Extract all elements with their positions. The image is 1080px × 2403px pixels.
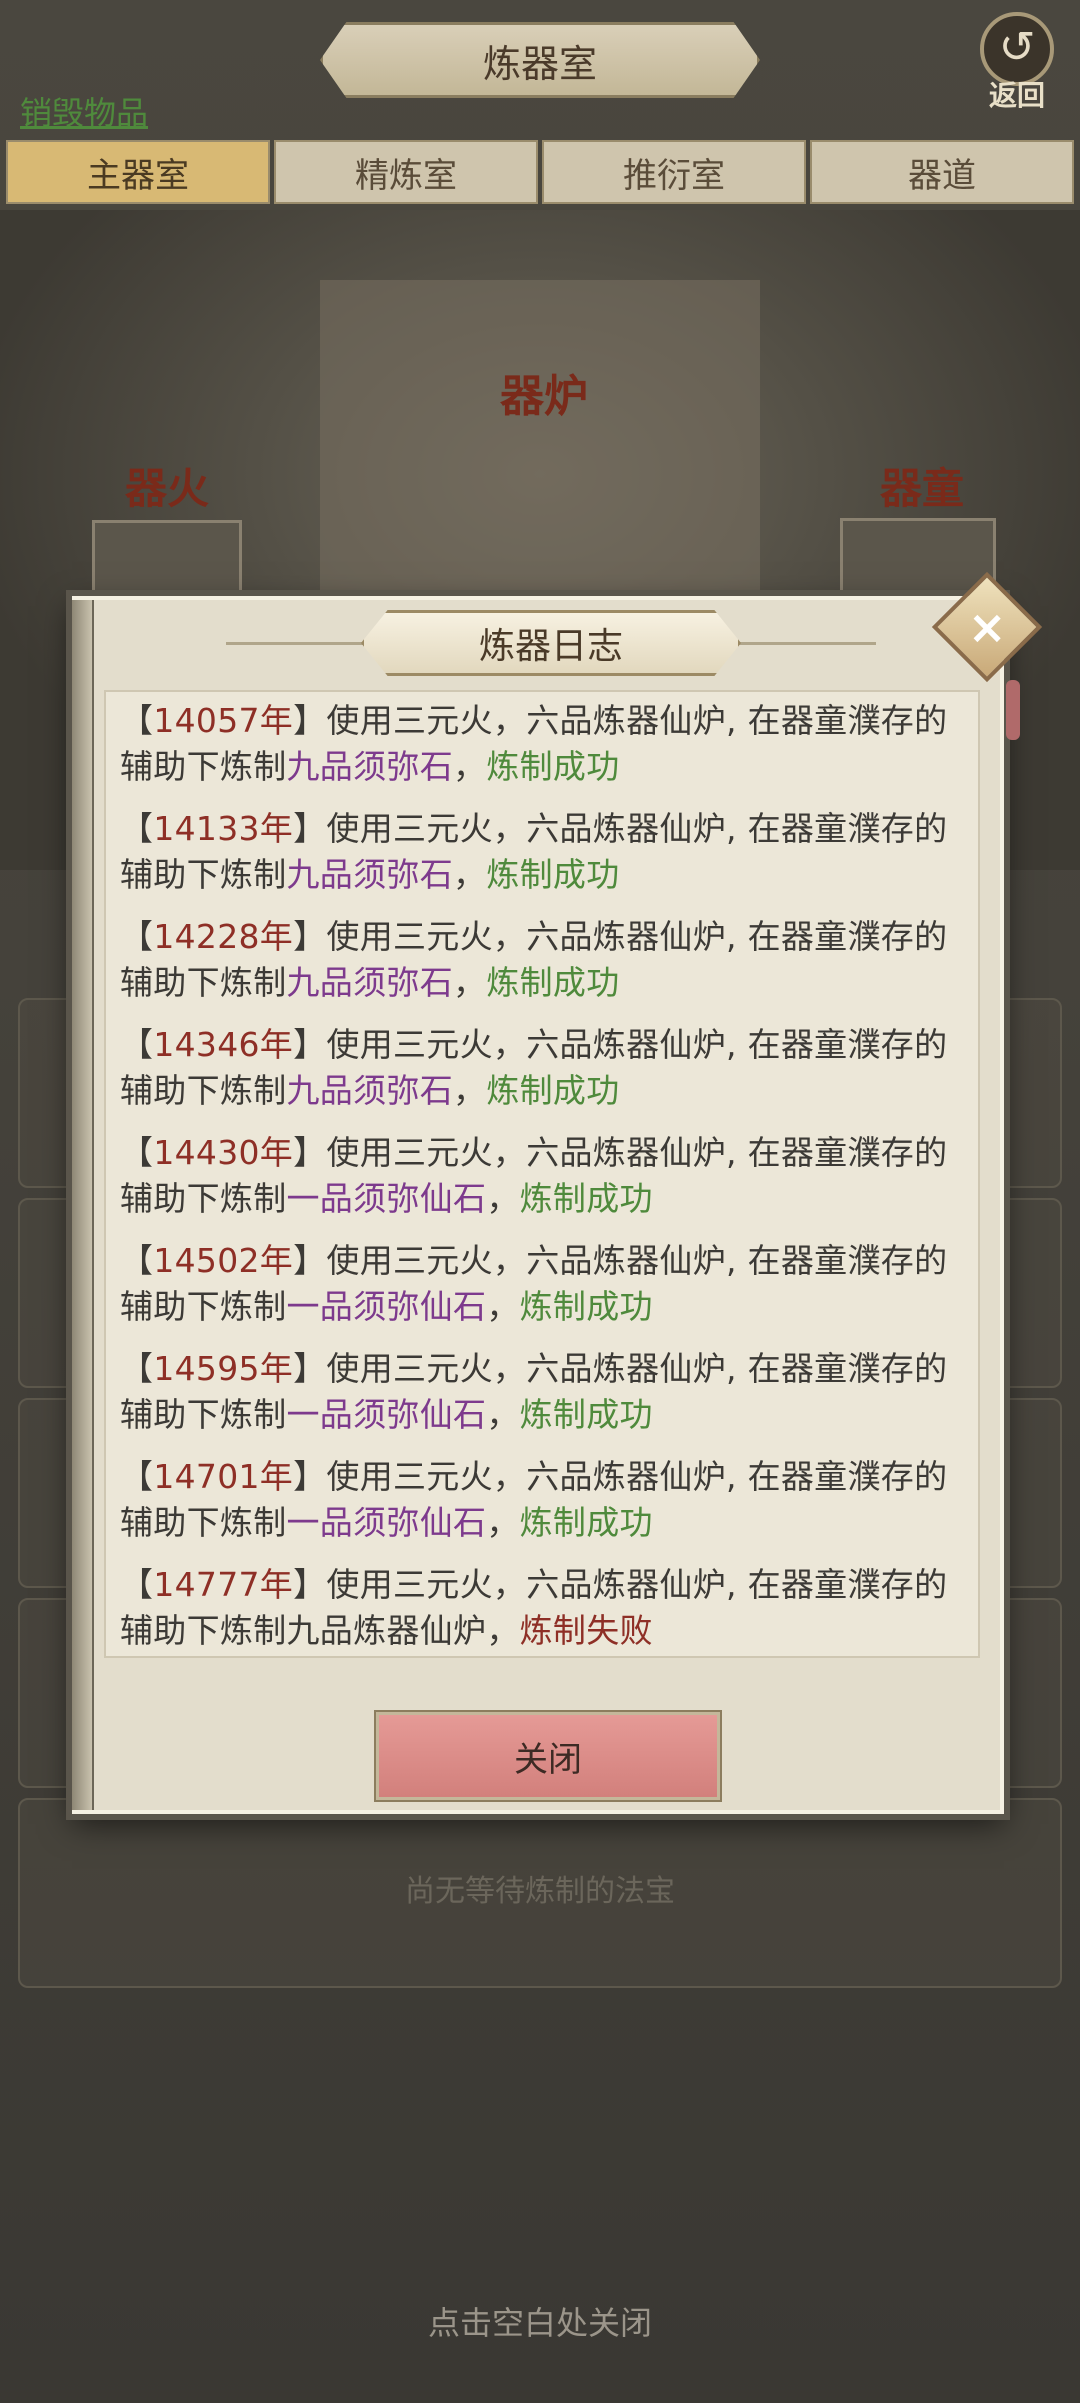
tab-refine-room[interactable]: 精炼室	[274, 140, 538, 204]
log-year: 14346年	[153, 1025, 294, 1064]
log-entry: 【14228年】使用三元火，六品炼器仙炉, 在器童濮存的辅助下炼制九品须弥石，炼…	[120, 917, 948, 1002]
log-entry: 【14133年】使用三元火，六品炼器仙炉, 在器童濮存的辅助下炼制九品须弥石，炼…	[120, 809, 948, 894]
log-result: 炼制成功	[486, 747, 620, 786]
log-result: 炼制成功	[486, 963, 620, 1002]
log-result: 炼制成功	[519, 1395, 653, 1434]
tab-derive-room[interactable]: 推衍室	[542, 140, 806, 204]
log-year: 14228年	[153, 917, 294, 956]
log-result: 炼制失败	[519, 1611, 653, 1650]
tab-main-room[interactable]: 主器室	[6, 140, 270, 204]
scroll-rod	[72, 600, 94, 1810]
boy-label: 器童	[880, 464, 965, 513]
log-result: 炼制成功	[486, 1071, 620, 1110]
log-year: 14057年	[153, 701, 294, 740]
log-entry: 【14057年】使用三元火，六品炼器仙炉, 在器童濮存的辅助下炼制九品须弥石，炼…	[120, 701, 948, 786]
header-divider	[736, 642, 876, 645]
log-result: 炼制成功	[519, 1287, 653, 1326]
destroy-items-link[interactable]: 销毁物品	[20, 88, 148, 134]
log-item: 九品炼器仙炉	[286, 1611, 487, 1650]
log-item: 九品须弥石	[286, 1071, 453, 1110]
empty-queue-text: 尚无等待炼制的法宝	[405, 1874, 675, 1909]
back-button[interactable]: ↺ 返回	[972, 12, 1062, 112]
log-item: 一品须弥仙石	[286, 1287, 487, 1326]
log-entry: 【14595年】使用三元火，六品炼器仙炉, 在器童濮存的辅助下炼制一品须弥仙石，…	[120, 1349, 948, 1434]
log-entry: 【14502年】使用三元火，六品炼器仙炉, 在器童濮存的辅助下炼制一品须弥仙石，…	[120, 1241, 948, 1326]
log-entry: 【14777年】使用三元火，六品炼器仙炉, 在器童濮存的辅助下炼制九品炼器仙炉，…	[120, 1565, 948, 1650]
page-title: 炼器室	[320, 22, 760, 98]
log-year: 14701年	[153, 1457, 294, 1496]
log-year: 14595年	[153, 1349, 294, 1388]
tassel-decoration	[1006, 680, 1020, 740]
tab-bar: 主器室 精炼室 推衍室 器道	[6, 140, 1074, 204]
header-divider	[226, 642, 366, 645]
log-year: 14133年	[153, 809, 294, 848]
log-entry: 【14430年】使用三元火，六品炼器仙炉, 在器童濮存的辅助下炼制一品须弥仙石，…	[120, 1133, 948, 1218]
log-result: 炼制成功	[519, 1179, 653, 1218]
log-entry: 【14701年】使用三元火，六品炼器仙炉, 在器童濮存的辅助下炼制一品须弥仙石，…	[120, 1457, 948, 1542]
furnace-label: 器炉	[500, 371, 588, 422]
log-list[interactable]: 【14057年】使用三元火，六品炼器仙炉, 在器童濮存的辅助下炼制九品须弥石，炼…	[104, 690, 980, 1658]
close-x-glyph: ×	[967, 599, 1007, 654]
back-label: 返回	[988, 79, 1045, 112]
tab-craft-dao[interactable]: 器道	[810, 140, 1074, 204]
tap-blank-to-close[interactable]: 点击空白处关闭	[0, 2298, 1080, 2344]
log-year: 14502年	[153, 1241, 294, 1280]
log-item: 一品须弥仙石	[286, 1395, 487, 1434]
fire-label: 器火	[125, 464, 210, 513]
log-entry: 【14346年】使用三元火，六品炼器仙炉, 在器童濮存的辅助下炼制九品须弥石，炼…	[120, 1025, 948, 1110]
log-item: 九品须弥石	[286, 747, 453, 786]
log-item: 九品须弥石	[286, 855, 453, 894]
log-item: 九品须弥石	[286, 963, 453, 1002]
craft-log-dialog: 炼器日志 × 【14057年】使用三元火，六品炼器仙炉, 在器童濮存的辅助下炼制…	[72, 571, 1043, 1814]
log-result: 炼制成功	[486, 855, 620, 894]
log-year: 14777年	[153, 1565, 294, 1604]
close-button[interactable]: 关闭	[374, 1710, 722, 1802]
dialog-title: 炼器日志	[361, 610, 741, 676]
log-item: 一品须弥仙石	[286, 1179, 487, 1218]
log-result: 炼制成功	[519, 1503, 653, 1542]
log-year: 14430年	[153, 1133, 294, 1172]
log-item: 一品须弥仙石	[286, 1503, 487, 1542]
